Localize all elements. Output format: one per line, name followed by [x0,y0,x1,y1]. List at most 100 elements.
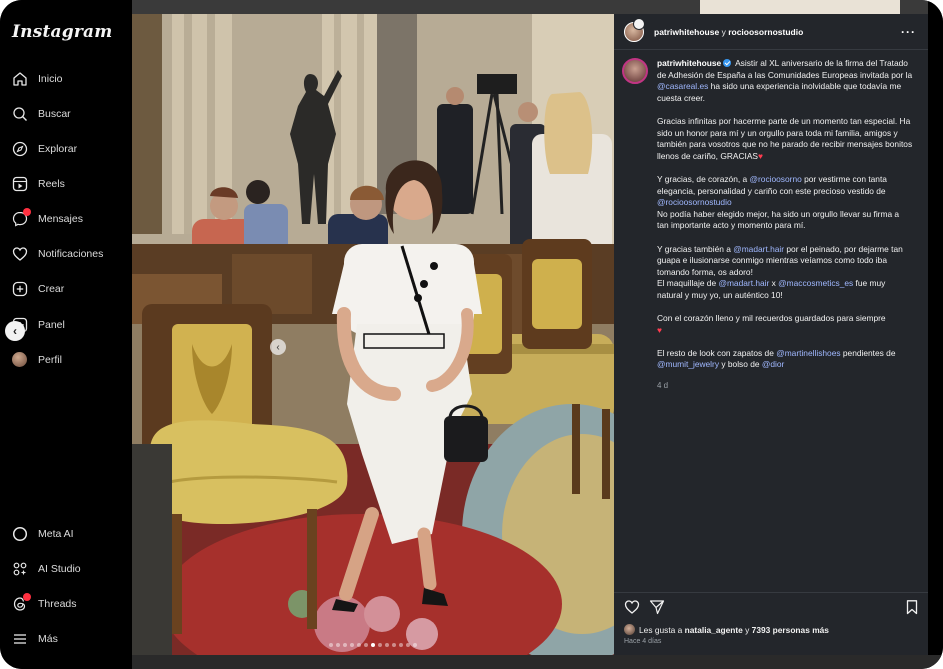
carousel-dot [350,643,354,647]
mention-link[interactable]: @casareal.es [657,81,708,91]
caption-text: Y gracias, de corazón, a [657,173,748,184]
sidebar-item-profile[interactable]: Perfil [12,348,62,372]
carousel-dots [132,643,614,647]
mention-link[interactable]: @madart.hair [718,278,769,288]
more-options-button[interactable]: ··· [901,25,916,39]
caption-text: Gracias infinitas por hacerme parte de u… [657,115,913,161]
sidebar-item-label: Mensajes [38,213,83,225]
sidebar-item-label: Reels [38,178,65,190]
caption-text: y bolso de [721,359,760,370]
sidebar-item-ai-studio[interactable]: AI Studio [12,557,81,581]
sidebar-item-label: Notificaciones [38,248,104,260]
likes-prefix: Les gusta a [639,624,683,635]
heart-emoji-icon: ♥ [758,150,763,161]
carousel-dot [378,643,382,647]
menu-icon [12,631,28,647]
sidebar-item-label: Más [38,633,58,645]
carousel-dot [406,643,410,647]
carousel-dot [413,643,417,647]
caption-paragraph: El resto de look con zapatos de @martine… [657,348,913,371]
carousel-dot [385,643,389,647]
carousel-dot [343,643,347,647]
post-actions-bar [614,592,928,618]
authors-joiner: y [721,26,726,37]
post-header: patriwhitehouse y rocioosornostudio ··· [614,14,928,50]
carousel-prev-button[interactable]: ‹ [270,339,286,355]
post-photo[interactable]: ‹ [132,14,614,655]
feed-backdrop [928,0,943,669]
instagram-window: Instagram Inicio Buscar Explorar Reels M… [0,0,943,669]
carousel-dot [399,643,403,647]
likes-summary[interactable]: Les gusta a natalia_agente y 7393 person… [624,624,829,635]
notification-badge [23,208,31,216]
verified-badge-icon [723,59,732,67]
sidebar-item-label: Perfil [38,354,62,366]
post-date: Hace 4 días [624,638,662,645]
caption-text: El maquillaje de [657,278,717,289]
author-avatar[interactable] [624,17,645,42]
mention-link[interactable]: @maccosmetics_es [778,278,853,288]
caption-paragraph: Y gracias también a @madart.hair por el … [657,244,913,302]
bookmark-icon [906,600,918,615]
caption-text: Y gracias también a [657,243,731,254]
sidebar-item-reels[interactable]: Reels [12,172,65,196]
sidebar-item-messages[interactable]: Mensajes [12,207,83,231]
caption-text: pendientes de [842,347,896,358]
sidebar-item-notifications[interactable]: Notificaciones [12,242,103,266]
post-caption: patriwhitehouse Asistir al XL aniversari… [622,58,922,391]
feed-backdrop [700,0,900,14]
post-photo-illustration [132,14,614,655]
carousel-dot [392,643,396,647]
liker-username[interactable]: natalia_agente [685,625,743,635]
caption-paragraph: patriwhitehouse Asistir al XL aniversari… [657,58,913,104]
sidebar-item-label: AI Studio [38,563,81,575]
share-button[interactable] [649,599,665,615]
search-icon [12,106,28,122]
instagram-logo[interactable]: Instagram [12,22,112,42]
threads-icon [12,593,31,612]
sidebar-item-create[interactable]: Crear [12,277,64,301]
sidebar-item-home[interactable]: Inicio [12,67,63,91]
mention-link[interactable]: @dior [762,359,784,369]
notification-badge [23,593,31,601]
mention-link[interactable]: @martinellishoes [776,348,840,358]
save-button[interactable] [904,599,920,615]
plus-square-icon [12,281,28,297]
mention-link[interactable]: @madart.hair [733,244,784,254]
author-username[interactable]: patriwhitehouse [654,27,719,37]
like-button[interactable] [624,599,640,615]
carousel-dot [336,643,340,647]
likes-joiner: y [745,624,750,635]
sidebar-item-label: Buscar [38,108,71,120]
sidebar-item-threads[interactable]: Threads [12,592,77,616]
coauthor-username[interactable]: rocioosornostudio [728,27,803,37]
mention-link[interactable]: @rocioosornostudio [657,197,732,207]
sidebar-item-search[interactable]: Buscar [12,102,71,126]
caption-text: No podía haber elegido mejor, ha sido un… [657,208,900,231]
likes-count[interactable]: 7393 personas más [752,625,829,635]
previous-post-button[interactable]: ‹ [5,321,25,341]
mention-link[interactable]: @rocioosorno [750,174,802,184]
caption-text: Con el corazón lleno y mil recuerdos gua… [657,313,886,324]
caption-avatar[interactable] [622,58,648,84]
caption-text: x [771,278,776,289]
ai-studio-icon [12,561,28,577]
send-icon [649,600,665,615]
sidebar-item-more[interactable]: Más [12,627,58,651]
sidebar-item-explore[interactable]: Explorar [12,137,77,161]
mention-link[interactable]: @mumit_jewelry [657,359,719,369]
sidebar-item-meta-ai[interactable]: Meta AI [12,522,74,546]
home-icon [12,71,28,87]
coauthor-avatar[interactable] [633,17,645,30]
profile-avatar-icon [12,352,28,368]
liker-avatar [624,624,635,635]
compass-icon [12,141,28,157]
caption-paragraph: Gracias infinitas por hacerme parte de u… [657,116,913,162]
messenger-icon [12,208,31,227]
heart-emoji-icon: ♥ [657,324,662,335]
caption-paragraph: Y gracias, de corazón, a @rocioosorno po… [657,174,913,232]
carousel-dot [357,643,361,647]
caption-username[interactable]: patriwhitehouse [657,58,721,68]
sidebar-item-label: Panel [38,319,65,331]
caption-body: patriwhitehouse Asistir al XL aniversari… [657,58,913,391]
